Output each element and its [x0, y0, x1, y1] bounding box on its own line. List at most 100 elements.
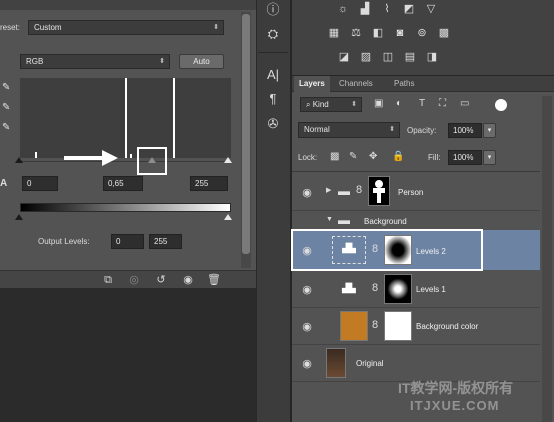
info-icon[interactable]: ⓘ: [262, 1, 284, 19]
white-point-eyedropper-icon[interactable]: ✎: [2, 122, 10, 133]
lock-position-icon[interactable]: ✥: [369, 151, 377, 162]
input-gamma-field[interactable]: 0,65: [103, 176, 143, 191]
gradient-map-icon[interactable]: ▤: [402, 50, 418, 64]
lock-pixels-icon[interactable]: ✎: [349, 151, 357, 162]
filter-adjustment-icon[interactable]: ◐: [396, 98, 402, 109]
layer-row-person[interactable]: ◉ ▶ ▬ 8 Person: [292, 173, 540, 211]
delete-trash-icon[interactable]: 🗑: [206, 271, 222, 289]
input-white-slider[interactable]: [224, 157, 232, 163]
filter-smart-object-icon[interactable]: ▭: [460, 98, 469, 109]
threshold-icon[interactable]: ◫: [380, 50, 396, 64]
opacity-dropdown-button[interactable]: ▾: [483, 123, 496, 138]
visibility-eye-icon[interactable]: ◉: [298, 320, 316, 333]
selected-layer-highlight-box: [291, 229, 483, 271]
channel-dropdown[interactable]: RGB ⬍: [20, 54, 170, 69]
black-point-eyedropper-icon[interactable]: ✎: [2, 82, 10, 93]
posterize-icon[interactable]: ▨: [358, 50, 374, 64]
fill-field[interactable]: 100%: [448, 150, 482, 165]
selective-color-icon[interactable]: ◨: [424, 50, 440, 64]
paragraph-icon[interactable]: ¶: [262, 90, 284, 108]
filter-type-icon[interactable]: T: [419, 98, 425, 109]
fill-dropdown-button[interactable]: ▾: [483, 150, 496, 165]
original-photo-thumbnail: [326, 348, 346, 378]
chain-link-icon[interactable]: 8: [372, 319, 378, 331]
lock-all-icon[interactable]: 🔒: [392, 151, 404, 162]
fill-label: Fill:: [428, 153, 441, 162]
visibility-eye-icon[interactable]: ◉: [298, 283, 316, 296]
output-black-slider[interactable]: [15, 214, 23, 220]
layer-name: Person: [398, 188, 424, 197]
input-white-field[interactable]: 255: [190, 176, 228, 191]
lookup-icon[interactable]: ▩: [436, 26, 452, 40]
tool-column: [256, 0, 290, 422]
annotation-arrow: [64, 150, 118, 166]
layers-divider: [292, 171, 540, 172]
filter-toggle-icon[interactable]: [495, 99, 507, 111]
swatch-icon[interactable]: ⛭: [262, 25, 284, 43]
chain-link-icon[interactable]: 8: [356, 184, 362, 196]
folder-icon: ▬: [338, 184, 350, 198]
chain-link-icon[interactable]: 8: [372, 282, 378, 294]
brush-preset-icon[interactable]: ✇: [262, 115, 284, 133]
input-black-field[interactable]: 0: [22, 176, 58, 191]
dropdown-arrow-icon: ⬍: [351, 101, 357, 108]
hue-icon[interactable]: ▦: [326, 26, 342, 40]
reset-icon[interactable]: ↺: [153, 271, 169, 289]
expand-arrow-icon[interactable]: ▶: [326, 186, 331, 194]
vibrance-icon[interactable]: ▽: [423, 2, 439, 16]
exposure-icon[interactable]: ◩: [401, 2, 417, 16]
channel-value: RGB: [26, 57, 44, 66]
color-balance-icon[interactable]: ⚖: [348, 26, 364, 40]
channel-mixer-icon[interactable]: ⊚: [414, 26, 430, 40]
auto-button[interactable]: Auto: [179, 54, 224, 69]
layer-row-original[interactable]: ◉ Original: [292, 345, 540, 382]
blend-mode-dropdown[interactable]: Normal ⬍: [298, 122, 400, 138]
filter-kind-dropdown[interactable]: ⌕ Kind ⬍: [300, 97, 362, 112]
visibility-eye-icon[interactable]: ◉: [298, 186, 316, 199]
black-white-icon[interactable]: ◧: [370, 26, 386, 40]
person-mask-thumbnail: [368, 176, 390, 206]
tool-divider: [258, 52, 288, 53]
visibility-eye-icon[interactable]: ◉: [298, 357, 316, 370]
opacity-field[interactable]: 100%: [448, 123, 482, 138]
clip-to-layer-icon[interactable]: ⧉: [100, 271, 116, 289]
output-black-field[interactable]: 0: [111, 234, 144, 249]
input-black-slider[interactable]: [15, 157, 23, 163]
lock-transparent-icon[interactable]: ▩: [330, 151, 339, 162]
canvas-area: [0, 288, 256, 422]
filter-pixel-icon[interactable]: ▣: [374, 98, 383, 109]
gray-point-eyedropper-icon[interactable]: ✎: [2, 102, 10, 113]
visibility-eye-icon[interactable]: ◉: [180, 271, 196, 289]
photo-filter-icon[interactable]: ◙: [392, 26, 408, 40]
levels-icon[interactable]: ▟: [357, 2, 373, 16]
invert-icon[interactable]: ◪: [336, 50, 352, 64]
output-white-slider[interactable]: [224, 214, 232, 220]
filter-shape-icon[interactable]: ⛶: [439, 98, 446, 109]
output-white-field[interactable]: 255: [149, 234, 182, 249]
brightness-icon[interactable]: ☼: [335, 2, 351, 16]
tab-channels[interactable]: Channels: [334, 76, 378, 92]
panel-top-rail: [0, 0, 256, 10]
tab-paths[interactable]: Paths: [389, 76, 419, 92]
folder-icon: ▬: [338, 213, 350, 227]
watermark-line-2: ITJXUE.COM: [410, 398, 500, 413]
color-fill-thumbnail: [340, 311, 368, 341]
collapse-arrow-icon[interactable]: ▼: [326, 216, 333, 223]
tab-layers[interactable]: Layers: [294, 76, 330, 92]
layer-row-background-color[interactable]: ◉ 8 Background color: [292, 308, 540, 345]
curves-icon[interactable]: ⌇: [379, 2, 395, 16]
layer-name: Levels 1: [416, 285, 446, 294]
type-icon[interactable]: A|: [262, 66, 284, 84]
view-previous-state-icon[interactable]: ◎: [126, 271, 142, 289]
layer-name: Original: [356, 359, 384, 368]
properties-scroll-thumb[interactable]: [242, 14, 250, 254]
dropdown-arrow-icon: ⬍: [389, 126, 395, 133]
blend-mode-value: Normal: [304, 125, 330, 134]
layer-row-background-group[interactable]: ▼ ▬ Background: [292, 211, 540, 229]
layer-row-levels-1[interactable]: ◉ ▟▙ 8 Levels 1: [292, 271, 540, 308]
background-color-mask-thumbnail: [384, 311, 412, 341]
preset-dropdown[interactable]: Custom ⬍: [28, 20, 224, 35]
layers-scrollbar[interactable]: [542, 96, 552, 422]
output-gradient-bar: [20, 203, 231, 212]
layer-name: Background: [364, 217, 407, 226]
